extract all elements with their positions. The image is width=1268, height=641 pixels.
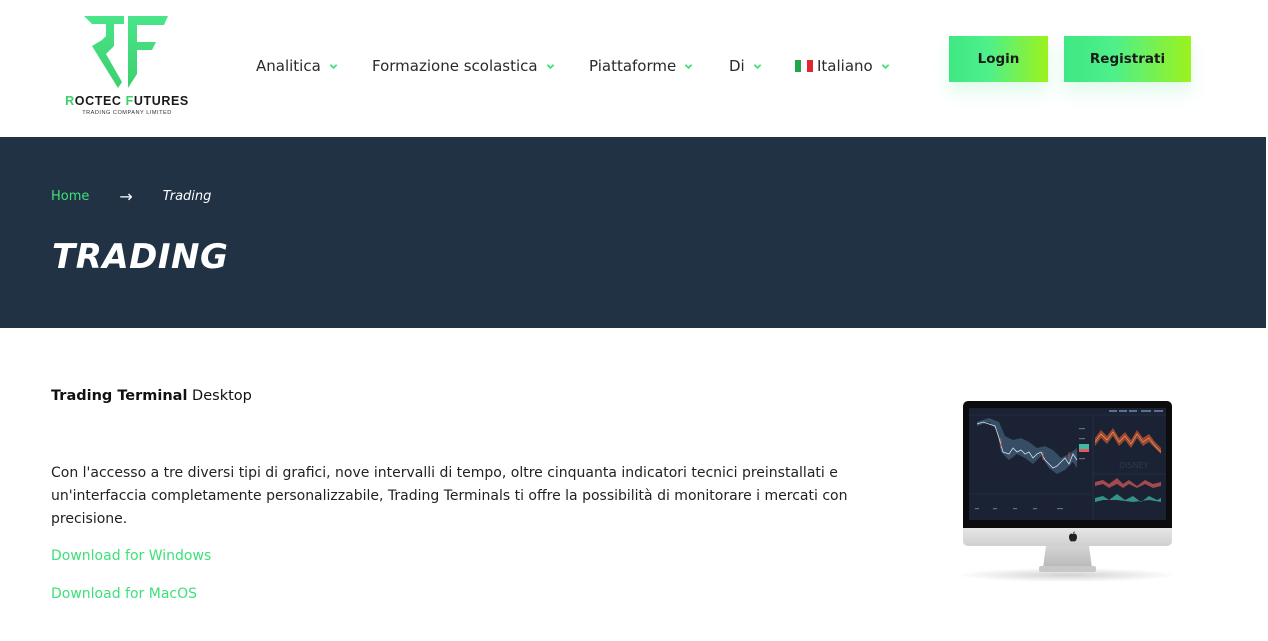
rf-monogram-icon: [84, 16, 168, 88]
imac-chin: [963, 528, 1172, 546]
site-header: ROCTEC FUTURES TRADING COMPANY LIMITED A…: [0, 0, 1268, 137]
chevron-down-icon: [753, 62, 762, 71]
login-button[interactable]: Login: [949, 36, 1048, 82]
imac-stand: [1043, 546, 1092, 568]
section-title: Trading Terminal Desktop: [51, 388, 252, 404]
nav-label: Di: [729, 57, 745, 75]
imac-base: [1039, 566, 1096, 572]
imac-screen: DISNEY: [969, 408, 1166, 520]
brand-tagline: TRADING COMPANY LIMITED: [56, 110, 198, 116]
page-title: TRADING: [52, 237, 228, 277]
nav-label: Italiano: [817, 57, 873, 75]
logo[interactable]: ROCTEC FUTURES TRADING COMPANY LIMITED: [56, 16, 198, 120]
apple-logo-icon: [1068, 531, 1078, 542]
breadcrumb-home-link[interactable]: Home: [51, 189, 89, 204]
nav-label: Piattaforme: [589, 57, 676, 75]
imac-bezel: DISNEY: [963, 401, 1172, 528]
breadcrumb-current: Trading: [163, 189, 212, 204]
trading-chart-screenshot-icon: DISNEY: [969, 408, 1166, 520]
nav-item-di[interactable]: Di: [729, 57, 762, 75]
nav-label: Analitica: [256, 57, 321, 75]
section-description: Con l'accesso a tre diversi tipi di graf…: [51, 462, 881, 531]
nav-item-analitica[interactable]: Analitica: [256, 57, 338, 75]
breadcrumb: Home → Trading: [51, 187, 211, 206]
nav-item-piattaforme[interactable]: Piattaforme: [589, 57, 693, 75]
chevron-down-icon: [546, 62, 555, 71]
nav-item-language[interactable]: Italiano: [795, 57, 890, 75]
chevron-down-icon: [684, 62, 693, 71]
chevron-down-icon: [881, 62, 890, 71]
italy-flag-icon: [795, 60, 813, 72]
arrow-right-icon: →: [119, 187, 132, 206]
desktop-terminal-illustration: DISNEY: [955, 398, 1180, 588]
download-macos-link[interactable]: Download for MacOS: [51, 586, 197, 602]
download-windows-link[interactable]: Download for Windows: [51, 548, 211, 564]
chart-watermark: DISNEY: [1119, 461, 1149, 470]
brand-name: ROCTEC FUTURES: [56, 94, 198, 108]
nav-label: Formazione scolastica: [372, 57, 538, 75]
nav-item-formazione-scolastica[interactable]: Formazione scolastica: [372, 57, 555, 75]
register-button[interactable]: Registrati: [1064, 36, 1191, 82]
page-hero: Home → Trading TRADING: [0, 137, 1266, 328]
chevron-down-icon: [329, 62, 338, 71]
